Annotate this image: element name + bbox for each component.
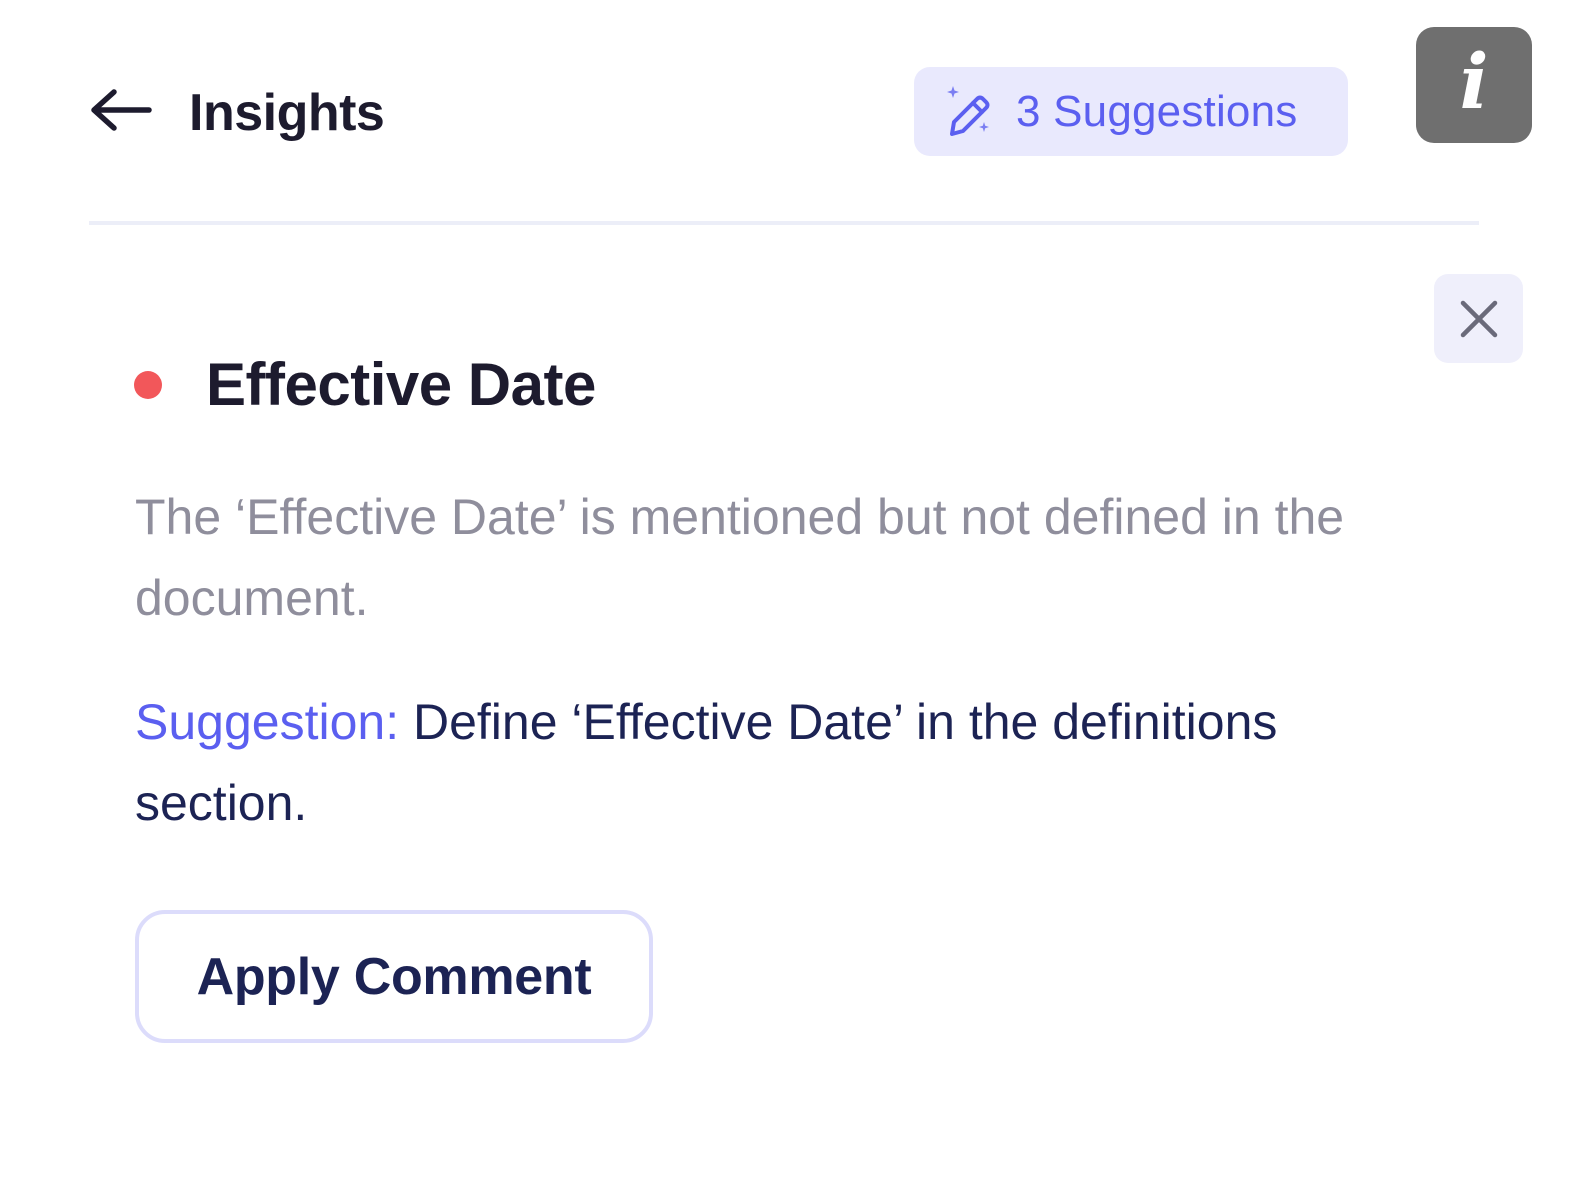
- apply-comment-label: Apply Comment: [196, 947, 592, 1006]
- insight-description: The ‘Effective Date’ is mentioned but no…: [135, 489, 1345, 626]
- arrow-left-icon: [91, 89, 152, 131]
- status-dot: [134, 371, 162, 399]
- insight-suggestion: Suggestion: Define ‘Effective Date’ in t…: [135, 682, 1395, 844]
- apply-comment-button[interactable]: Apply Comment: [135, 910, 653, 1043]
- panel-header: Insights 3 Suggestions: [90, 60, 1479, 170]
- magic-wand-pencil-icon: [947, 85, 990, 136]
- close-icon: [1460, 300, 1497, 337]
- info-icon: i: [1459, 37, 1489, 126]
- header-divider: [89, 221, 1479, 225]
- insights-panel: Insights 3 Suggestions i Effective Date …: [0, 0, 1575, 1184]
- suggestions-count-label: 3 Suggestions: [1016, 86, 1298, 136]
- suggestion-prefix: Suggestion:: [135, 694, 400, 750]
- page-title: Insights: [189, 84, 385, 142]
- close-button[interactable]: [1434, 274, 1523, 363]
- info-button[interactable]: i: [1416, 27, 1532, 143]
- insight-title: Effective Date: [206, 351, 596, 418]
- suggestions-button[interactable]: 3 Suggestions: [914, 67, 1348, 156]
- back-button[interactable]: [90, 88, 154, 132]
